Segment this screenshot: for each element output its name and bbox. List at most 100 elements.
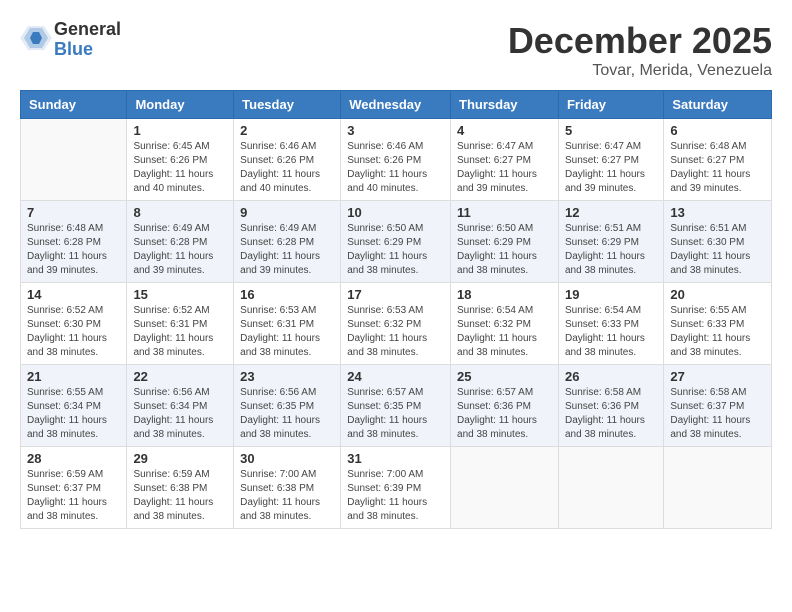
day-info: Sunrise: 6:55 AMSunset: 6:33 PMDaylight:…	[670, 304, 765, 360]
day-number: 26	[565, 369, 657, 384]
calendar-cell: 22 Sunrise: 6:56 AMSunset: 6:34 PMDayligh…	[127, 365, 234, 447]
calendar-cell: 20 Sunrise: 6:55 AMSunset: 6:33 PMDayligh…	[664, 283, 772, 365]
day-info: Sunrise: 6:58 AMSunset: 6:37 PMDaylight:…	[670, 386, 765, 442]
day-info: Sunrise: 7:00 AMSunset: 6:38 PMDaylight:…	[240, 468, 334, 524]
day-info: Sunrise: 6:47 AMSunset: 6:27 PMDaylight:…	[565, 140, 657, 196]
day-info: Sunrise: 6:49 AMSunset: 6:28 PMDaylight:…	[240, 222, 334, 278]
day-number: 23	[240, 369, 334, 384]
day-number: 6	[670, 123, 765, 138]
calendar-week-row: 21 Sunrise: 6:55 AMSunset: 6:34 PMDayligh…	[21, 365, 772, 447]
calendar-cell: 6Sunrise: 6:48 AMSunset: 6:27 PMDaylight…	[664, 119, 772, 201]
calendar-cell: 10 Sunrise: 6:50 AMSunset: 6:29 PMDayligh…	[341, 201, 451, 283]
day-number: 21	[27, 369, 120, 384]
calendar-cell: 25 Sunrise: 6:57 AMSunset: 6:36 PMDayligh…	[451, 365, 559, 447]
day-info: Sunrise: 6:46 AMSunset: 6:26 PMDaylight:…	[240, 140, 334, 196]
day-number: 20	[670, 287, 765, 302]
location: Tovar, Merida, Venezuela	[508, 62, 772, 80]
day-number: 19	[565, 287, 657, 302]
day-info: Sunrise: 6:55 AMSunset: 6:34 PMDaylight:…	[27, 386, 120, 442]
weekday-header: Wednesday	[341, 91, 451, 119]
calendar-week-row: 1Sunrise: 6:45 AMSunset: 6:26 PMDaylight…	[21, 119, 772, 201]
day-info: Sunrise: 6:45 AMSunset: 6:26 PMDaylight:…	[133, 140, 227, 196]
calendar-cell: 15 Sunrise: 6:52 AMSunset: 6:31 PMDayligh…	[127, 283, 234, 365]
calendar-cell	[21, 119, 127, 201]
day-info: Sunrise: 6:51 AMSunset: 6:30 PMDaylight:…	[670, 222, 765, 278]
calendar-cell: 28Sunrise: 6:59 AMSunset: 6:37 PMDayligh…	[21, 447, 127, 529]
day-number: 5	[565, 123, 657, 138]
day-number: 15	[133, 287, 227, 302]
calendar-cell: 1Sunrise: 6:45 AMSunset: 6:26 PMDaylight…	[127, 119, 234, 201]
calendar-week-row: 14 Sunrise: 6:52 AMSunset: 6:30 PMDayligh…	[21, 283, 772, 365]
day-info: Sunrise: 6:52 AMSunset: 6:31 PMDaylight:…	[133, 304, 227, 360]
calendar-cell: 13 Sunrise: 6:51 AMSunset: 6:30 PMDayligh…	[664, 201, 772, 283]
day-info: Sunrise: 6:56 AMSunset: 6:34 PMDaylight:…	[133, 386, 227, 442]
day-info: Sunrise: 6:53 AMSunset: 6:32 PMDaylight:…	[347, 304, 444, 360]
day-info: Sunrise: 6:58 AMSunset: 6:36 PMDaylight:…	[565, 386, 657, 442]
day-number: 14	[27, 287, 120, 302]
page-header: General Blue December 2025 Tovar, Merida…	[20, 20, 772, 80]
calendar-cell: 31Sunrise: 7:00 AMSunset: 6:39 PMDayligh…	[341, 447, 451, 529]
day-number: 3	[347, 123, 444, 138]
day-info: Sunrise: 6:59 AMSunset: 6:37 PMDaylight:…	[27, 468, 120, 524]
day-number: 11	[457, 205, 552, 220]
calendar-cell: 3Sunrise: 6:46 AMSunset: 6:26 PMDaylight…	[341, 119, 451, 201]
day-number: 13	[670, 205, 765, 220]
calendar-cell: 2Sunrise: 6:46 AMSunset: 6:26 PMDaylight…	[234, 119, 341, 201]
weekday-header: Tuesday	[234, 91, 341, 119]
day-number: 18	[457, 287, 552, 302]
day-info: Sunrise: 6:54 AMSunset: 6:33 PMDaylight:…	[565, 304, 657, 360]
logo-icon	[20, 24, 52, 56]
day-number: 25	[457, 369, 552, 384]
calendar-cell: 12Sunrise: 6:51 AMSunset: 6:29 PMDayligh…	[558, 201, 663, 283]
calendar-cell: 9 Sunrise: 6:49 AMSunset: 6:28 PMDaylight…	[234, 201, 341, 283]
calendar-week-row: 28Sunrise: 6:59 AMSunset: 6:37 PMDayligh…	[21, 447, 772, 529]
calendar-cell: 19 Sunrise: 6:54 AMSunset: 6:33 PMDayligh…	[558, 283, 663, 365]
calendar-cell: 4 Sunrise: 6:47 AMSunset: 6:27 PMDaylight…	[451, 119, 559, 201]
month-title: December 2025	[508, 20, 772, 62]
day-info: Sunrise: 6:56 AMSunset: 6:35 PMDaylight:…	[240, 386, 334, 442]
calendar-cell: 29Sunrise: 6:59 AMSunset: 6:38 PMDayligh…	[127, 447, 234, 529]
calendar-cell: 23 Sunrise: 6:56 AMSunset: 6:35 PMDayligh…	[234, 365, 341, 447]
calendar-cell: 24 Sunrise: 6:57 AMSunset: 6:35 PMDayligh…	[341, 365, 451, 447]
calendar-cell	[558, 447, 663, 529]
day-info: Sunrise: 6:50 AMSunset: 6:29 PMDaylight:…	[347, 222, 444, 278]
logo-general: General	[54, 20, 121, 40]
calendar-cell: 26 Sunrise: 6:58 AMSunset: 6:36 PMDayligh…	[558, 365, 663, 447]
day-info: Sunrise: 6:50 AMSunset: 6:29 PMDaylight:…	[457, 222, 552, 278]
weekday-header: Saturday	[664, 91, 772, 119]
day-info: Sunrise: 6:52 AMSunset: 6:30 PMDaylight:…	[27, 304, 120, 360]
calendar-cell: 21 Sunrise: 6:55 AMSunset: 6:34 PMDayligh…	[21, 365, 127, 447]
calendar-cell: 8Sunrise: 6:49 AMSunset: 6:28 PMDaylight…	[127, 201, 234, 283]
day-info: Sunrise: 6:57 AMSunset: 6:36 PMDaylight:…	[457, 386, 552, 442]
calendar-table: SundayMondayTuesdayWednesdayThursdayFrid…	[20, 90, 772, 529]
day-number: 29	[133, 451, 227, 466]
day-info: Sunrise: 6:53 AMSunset: 6:31 PMDaylight:…	[240, 304, 334, 360]
logo-text: General Blue	[54, 20, 121, 60]
day-number: 31	[347, 451, 444, 466]
day-number: 10	[347, 205, 444, 220]
day-info: Sunrise: 6:49 AMSunset: 6:28 PMDaylight:…	[133, 222, 227, 278]
calendar-cell	[451, 447, 559, 529]
day-number: 7	[27, 205, 120, 220]
calendar-cell: 5 Sunrise: 6:47 AMSunset: 6:27 PMDaylight…	[558, 119, 663, 201]
weekday-header: Monday	[127, 91, 234, 119]
weekday-header: Thursday	[451, 91, 559, 119]
weekday-header: Friday	[558, 91, 663, 119]
day-info: Sunrise: 6:51 AMSunset: 6:29 PMDaylight:…	[565, 222, 657, 278]
day-number: 4	[457, 123, 552, 138]
day-number: 22	[133, 369, 227, 384]
day-number: 30	[240, 451, 334, 466]
calendar-cell	[664, 447, 772, 529]
calendar-cell: 16Sunrise: 6:53 AMSunset: 6:31 PMDayligh…	[234, 283, 341, 365]
day-number: 24	[347, 369, 444, 384]
title-section: December 2025 Tovar, Merida, Venezuela	[508, 20, 772, 80]
calendar-cell: 7Sunrise: 6:48 AMSunset: 6:28 PMDaylight…	[21, 201, 127, 283]
calendar-cell: 30 Sunrise: 7:00 AMSunset: 6:38 PMDayligh…	[234, 447, 341, 529]
calendar-cell: 27Sunrise: 6:58 AMSunset: 6:37 PMDayligh…	[664, 365, 772, 447]
calendar-week-row: 7Sunrise: 6:48 AMSunset: 6:28 PMDaylight…	[21, 201, 772, 283]
day-number: 17	[347, 287, 444, 302]
day-info: Sunrise: 6:54 AMSunset: 6:32 PMDaylight:…	[457, 304, 552, 360]
day-info: Sunrise: 6:57 AMSunset: 6:35 PMDaylight:…	[347, 386, 444, 442]
day-info: Sunrise: 6:47 AMSunset: 6:27 PMDaylight:…	[457, 140, 552, 196]
day-number: 9	[240, 205, 334, 220]
